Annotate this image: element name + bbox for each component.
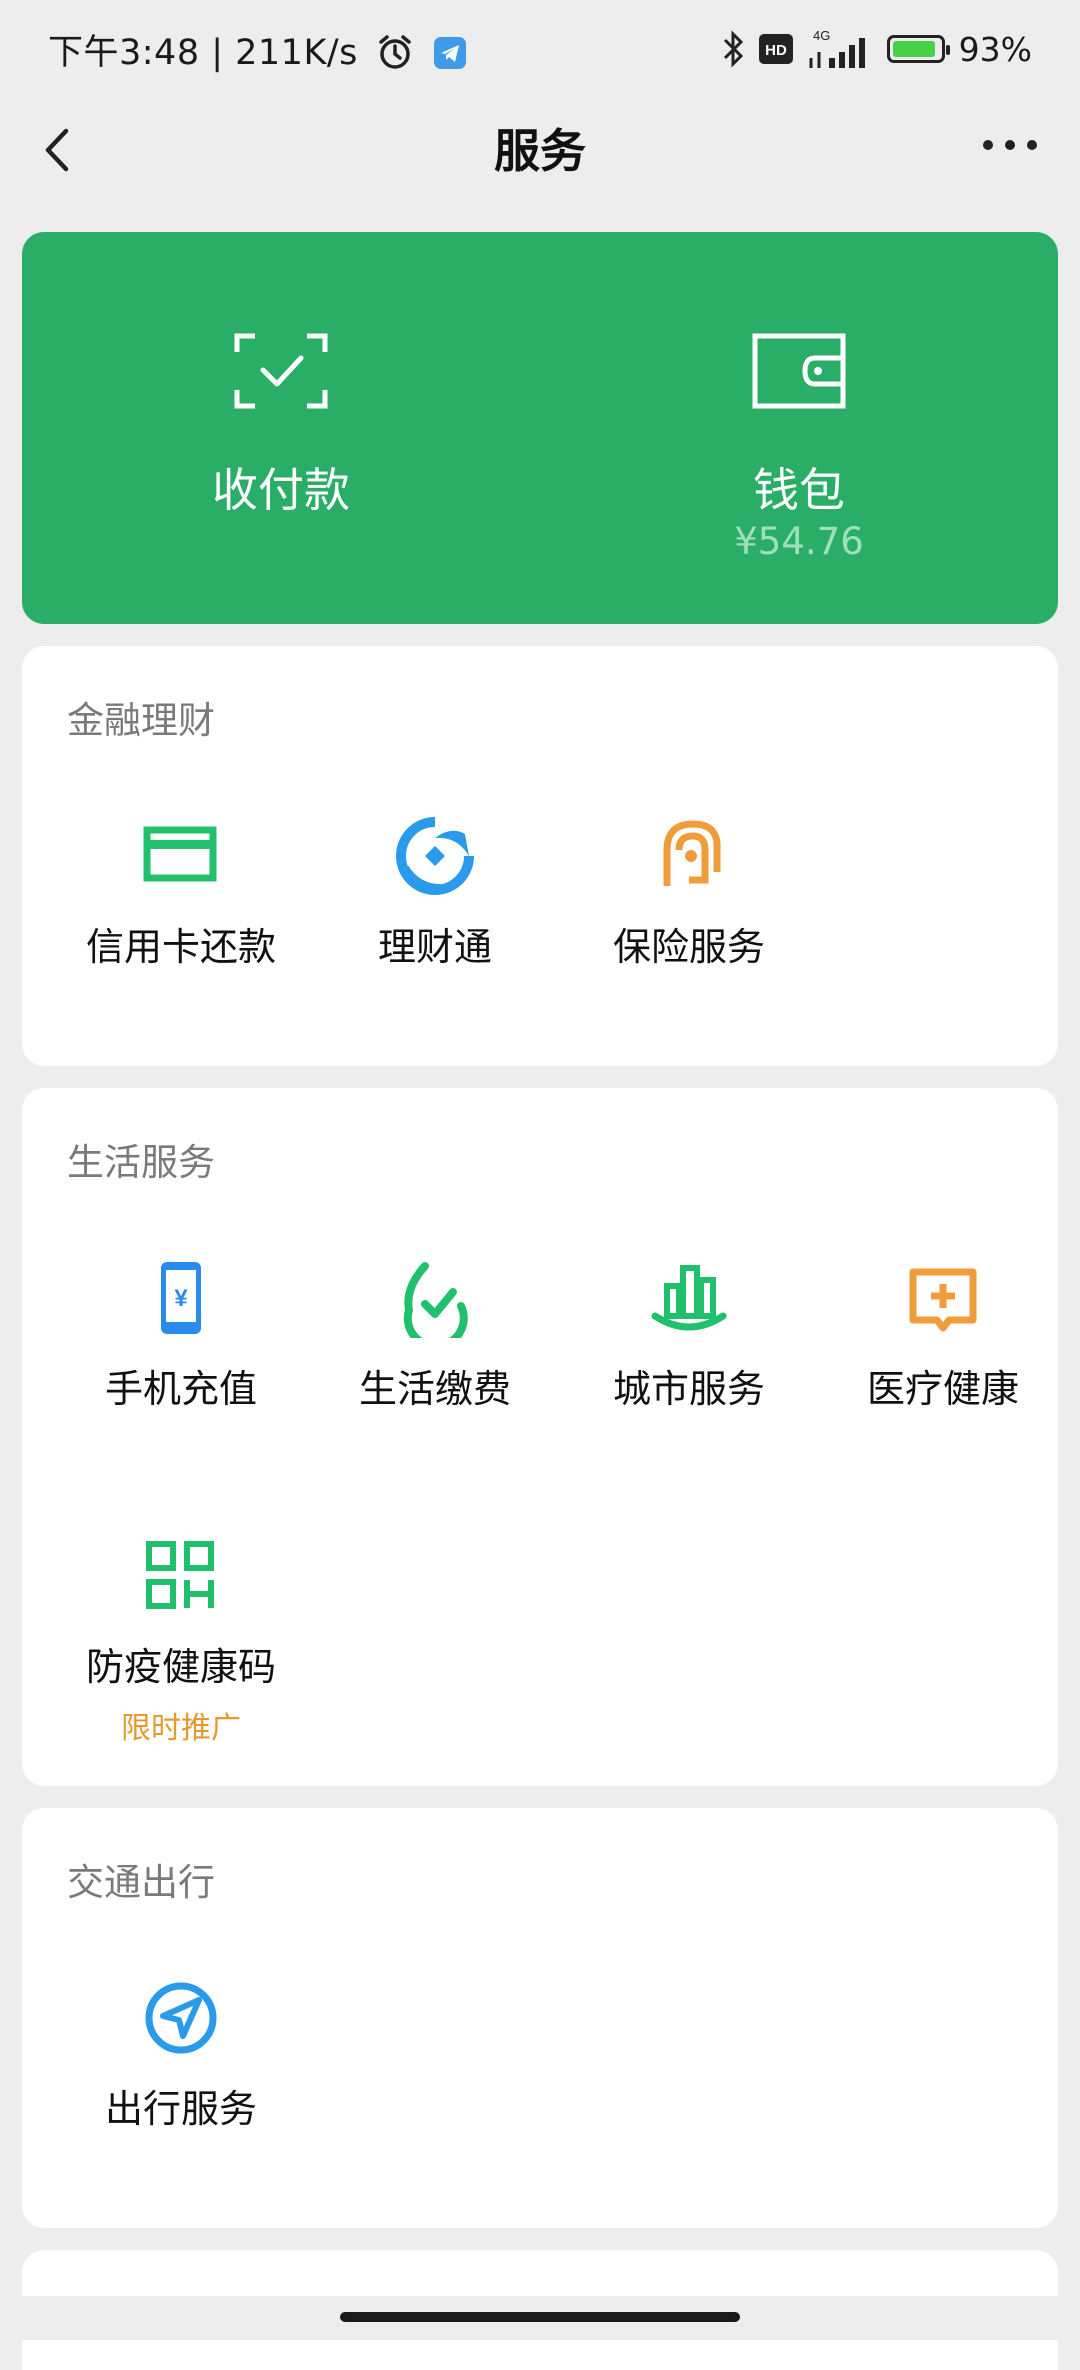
hd-label: HD	[765, 42, 787, 59]
pay-receive-label: 收付款	[212, 463, 350, 517]
tile-bill-payment[interactable]: 生活缴费	[308, 1258, 562, 1413]
insurance-icon	[663, 820, 721, 886]
tile-label: 理财通	[377, 925, 492, 969]
licaitong-icon	[396, 817, 474, 895]
status-time-speed: 下午3:48 | 211K/s	[48, 24, 467, 75]
status-bar: 下午3:48 | 211K/s HD 4G 93%	[0, 0, 1080, 96]
qr-code-icon	[146, 1541, 214, 1609]
home-indicator[interactable]	[340, 2312, 740, 2322]
battery-icon	[886, 35, 950, 63]
medical-icon	[909, 1268, 977, 1332]
svg-text:¥: ¥	[174, 1285, 188, 1312]
more-button[interactable]	[970, 120, 1050, 170]
tile-phone-recharge[interactable]: ¥ 手机充值	[54, 1258, 308, 1413]
telegram-icon	[434, 37, 467, 69]
tile-insurance[interactable]: 保险服务	[562, 816, 816, 971]
tile-label: 手机充值	[104, 1367, 257, 1411]
tile-travel-services[interactable]: 出行服务	[54, 1978, 308, 2133]
section-title-finance: 金融理财	[67, 699, 215, 742]
section-transport: 交通出行 出行服务	[22, 1808, 1058, 2228]
wallet-balance: ¥54.76	[734, 520, 864, 563]
section-title-transport: 交通出行	[67, 1861, 215, 1904]
tile-credit-card-repayment[interactable]: 信用卡还款	[54, 816, 308, 971]
tile-label: 生活缴费	[358, 1367, 511, 1411]
status-text: 下午3:48 | 211K/s	[48, 33, 358, 73]
tile-label: 保险服务	[612, 925, 765, 969]
section-title-life: 生活服务	[67, 1141, 215, 1184]
bill-payment-icon	[403, 1262, 468, 1338]
tile-label: 防疫健康码	[85, 1645, 276, 1689]
tile-label: 城市服务	[612, 1367, 765, 1411]
wallet-label: 钱包	[753, 463, 845, 517]
scan-pay-icon	[234, 333, 328, 409]
tile-licaitong[interactable]: 理财通	[308, 816, 562, 971]
pay-receive-button[interactable]: 收付款	[22, 232, 540, 624]
phone-recharge-icon: ¥	[161, 1262, 201, 1334]
tile-city-services[interactable]: 城市服务	[562, 1258, 816, 1413]
signal-icon: 4G	[809, 28, 865, 68]
tile-label: 信用卡还款	[85, 925, 276, 969]
alarm-icon	[378, 35, 411, 69]
tile-health-code[interactable]: 防疫健康码 限时推广	[54, 1536, 308, 1747]
page-title: 服务	[494, 124, 586, 178]
tile-label: 医疗健康	[866, 1367, 1019, 1411]
bluetooth-icon	[723, 30, 743, 68]
section-life-services: 生活服务 ¥ 手机充值 生活缴费 城市服务 医疗健康 防疫健康码 限时推广	[22, 1088, 1058, 1786]
battery-level	[892, 41, 935, 57]
status-indicators: HD 4G 93%	[721, 24, 1032, 74]
navigation-icon	[145, 1982, 217, 2054]
section-finance: 金融理财 信用卡还款 理财通 保险服务	[22, 646, 1058, 1066]
payment-wallet-card: 收付款 钱包 ¥54.76	[22, 232, 1058, 624]
tile-medical-health[interactable]: 医疗健康	[816, 1258, 1070, 1413]
city-service-icon	[651, 1265, 727, 1331]
battery-percent: 93%	[958, 29, 1032, 69]
promo-tag: 限时推广	[121, 1711, 241, 1746]
hd-icon: HD	[758, 34, 793, 64]
credit-card-icon	[143, 826, 217, 882]
wallet-button[interactable]: 钱包 ¥54.76	[540, 232, 1058, 624]
network-label: 4G	[813, 28, 830, 43]
wallet-icon	[752, 333, 846, 409]
tile-label: 出行服务	[104, 2087, 257, 2131]
